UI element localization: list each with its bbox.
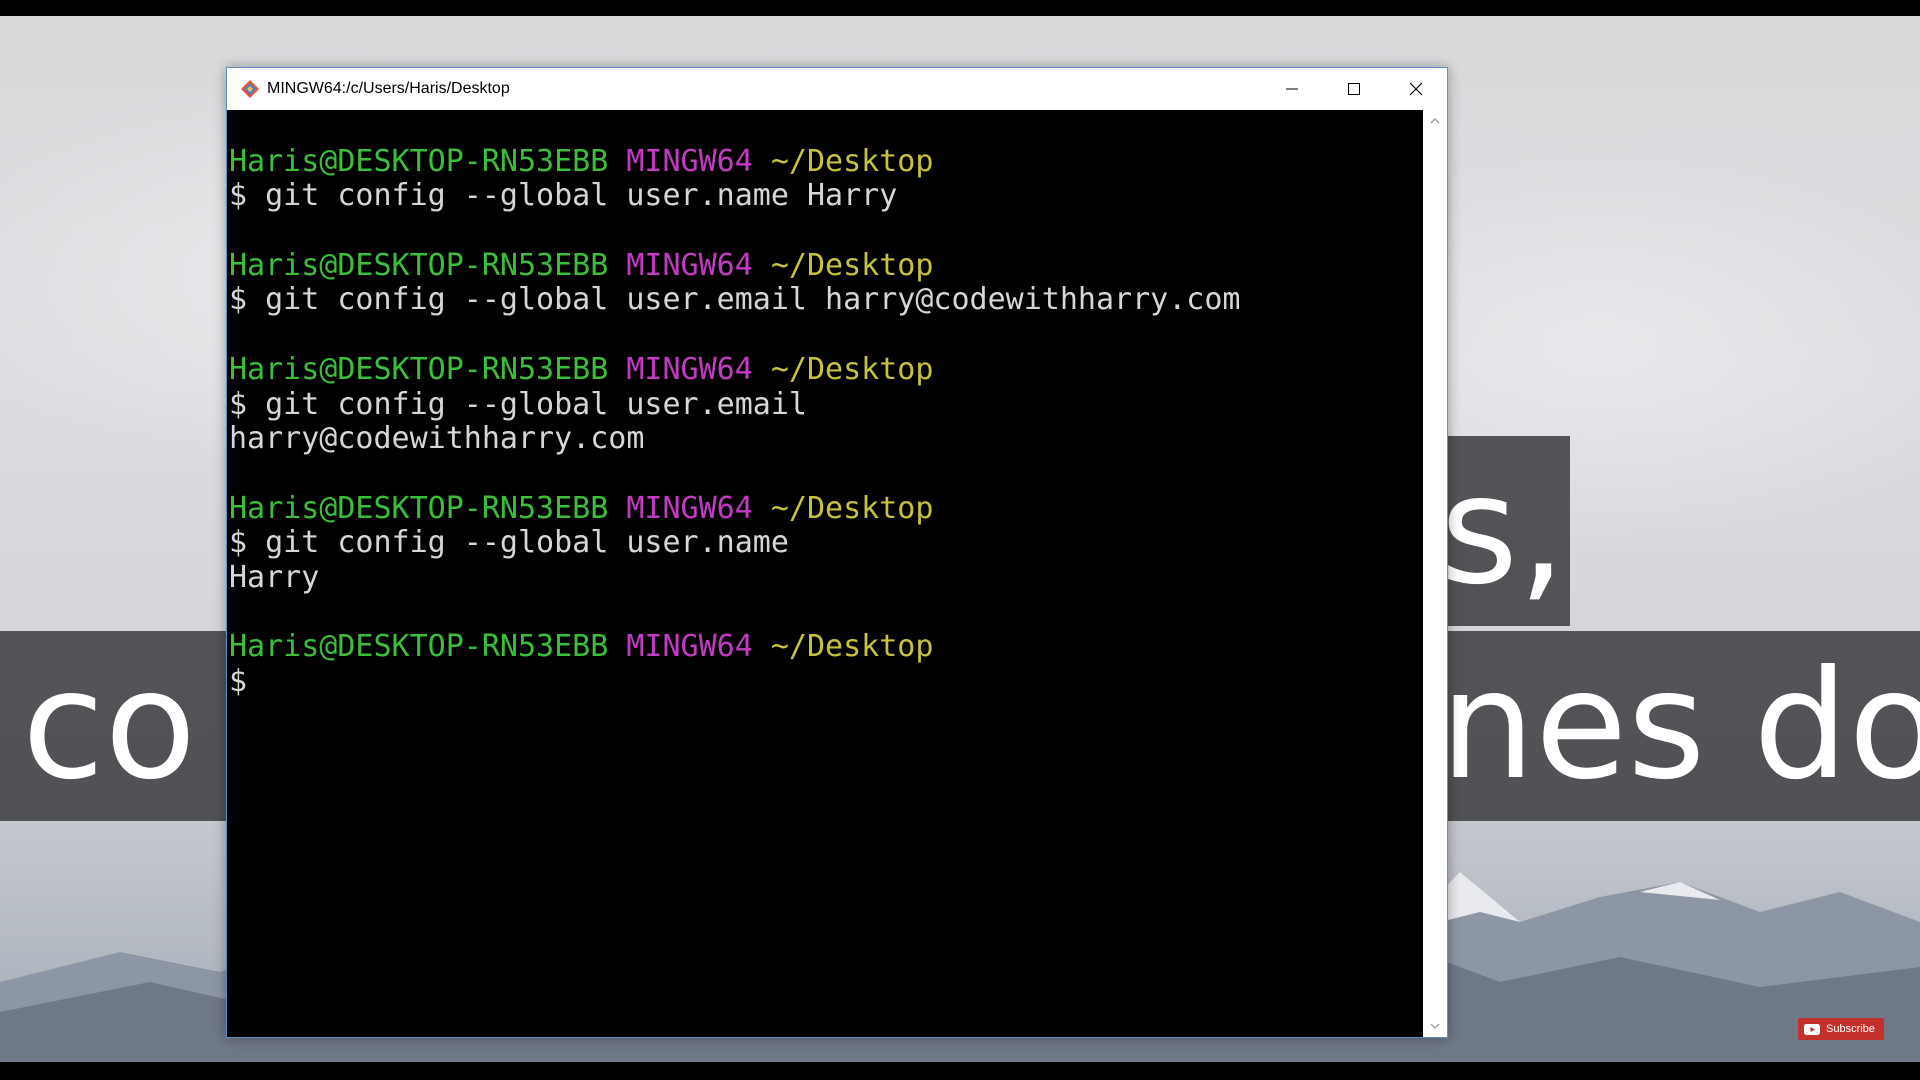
prompt-system: MINGW64 xyxy=(626,247,753,283)
prompt-system: MINGW64 xyxy=(626,629,753,665)
youtube-icon xyxy=(1804,1023,1820,1035)
terminal-window[interactable]: MINGW64:/c/Users/Haris/Desktop Haris@DES… xyxy=(226,67,1448,1038)
terminal-prompt-line: Haris@DESKTOP-RN53EBB MINGW64 ~/Desktop xyxy=(227,351,1423,388)
terminal-text-line: $ xyxy=(227,664,1423,700)
terminal-text: $ git config --global user.name Harry xyxy=(229,178,898,214)
prompt-path: ~/Desktop xyxy=(770,629,934,665)
prompt-system: MINGW64 xyxy=(626,351,753,387)
close-icon xyxy=(1409,82,1423,96)
scroll-up-button[interactable] xyxy=(1423,110,1447,132)
prompt-user: Haris@DESKTOP-RN53EBB xyxy=(229,629,609,665)
window-title: MINGW64:/c/Users/Haris/Desktop xyxy=(267,80,510,97)
prompt-system: MINGW64 xyxy=(626,143,753,179)
terminal-text: $ git config --global user.email harry@c… xyxy=(229,282,1241,318)
terminal-prompt-line: Haris@DESKTOP-RN53EBB MINGW64 ~/Desktop xyxy=(227,490,1423,527)
prompt-path: ~/Desktop xyxy=(770,247,934,283)
terminal-text-line: Harry xyxy=(227,559,1423,596)
scrollbar[interactable] xyxy=(1423,110,1447,1037)
terminal-text-line: $ git config --global user.email harry@c… xyxy=(227,283,1423,318)
subscribe-button[interactable]: Subscribe xyxy=(1798,1018,1884,1040)
prompt-user: Haris@DESKTOP-RN53EBB xyxy=(229,351,609,387)
minimize-icon xyxy=(1286,88,1298,90)
chevron-down-icon xyxy=(1430,1023,1440,1030)
terminal-text: Harry xyxy=(229,559,320,595)
caption-fragment-right: nes do. xyxy=(1440,639,1920,813)
caption-fragment-upper: s, xyxy=(1440,444,1566,618)
terminal-text: $ git config --global user.email xyxy=(229,386,807,422)
subscribe-label: Subscribe xyxy=(1826,1023,1875,1035)
title-bar[interactable]: MINGW64:/c/Users/Haris/Desktop xyxy=(227,68,1447,110)
prompt-system: MINGW64 xyxy=(626,490,753,526)
scroll-down-button[interactable] xyxy=(1423,1015,1447,1037)
terminal-prompt-line: Haris@DESKTOP-RN53EBB MINGW64 ~/Desktop xyxy=(227,143,1423,180)
terminal-text-line: $ git config --global user.email xyxy=(227,386,1423,423)
terminal-text: harry@codewithharry.com xyxy=(229,421,645,457)
prompt-user: Haris@DESKTOP-RN53EBB xyxy=(229,143,609,179)
close-button[interactable] xyxy=(1385,68,1447,110)
prompt-path: ~/Desktop xyxy=(770,143,934,179)
maximize-icon xyxy=(1348,83,1360,95)
terminal-output[interactable]: Haris@DESKTOP-RN53EBB MINGW64 ~/Desktop $… xyxy=(227,110,1423,1037)
letterbox-bottom xyxy=(0,1062,1920,1080)
prompt-path: ~/Desktop xyxy=(770,351,934,387)
terminal-text: $ xyxy=(229,664,248,699)
terminal-text-line: $ git config --global user.name Harry xyxy=(227,179,1423,214)
letterbox-top xyxy=(0,0,1920,16)
maximize-button[interactable] xyxy=(1323,68,1385,110)
chevron-up-icon xyxy=(1430,117,1440,124)
prompt-user: Haris@DESKTOP-RN53EBB xyxy=(229,247,609,283)
caption-fragment-left: co xyxy=(22,639,197,813)
git-bash-icon[interactable] xyxy=(239,78,261,100)
terminal-text-line: $ git config --global user.name xyxy=(227,525,1423,561)
terminal-prompt-line: Haris@DESKTOP-RN53EBB MINGW64 ~/Desktop xyxy=(227,247,1423,284)
prompt-user: Haris@DESKTOP-RN53EBB xyxy=(229,490,609,526)
terminal-prompt-line: Haris@DESKTOP-RN53EBB MINGW64 ~/Desktop xyxy=(227,629,1423,665)
terminal-text-line: harry@codewithharry.com xyxy=(227,421,1423,457)
terminal-text: $ git config --global user.name xyxy=(229,525,789,561)
minimize-button[interactable] xyxy=(1261,68,1323,110)
prompt-path: ~/Desktop xyxy=(770,490,934,526)
